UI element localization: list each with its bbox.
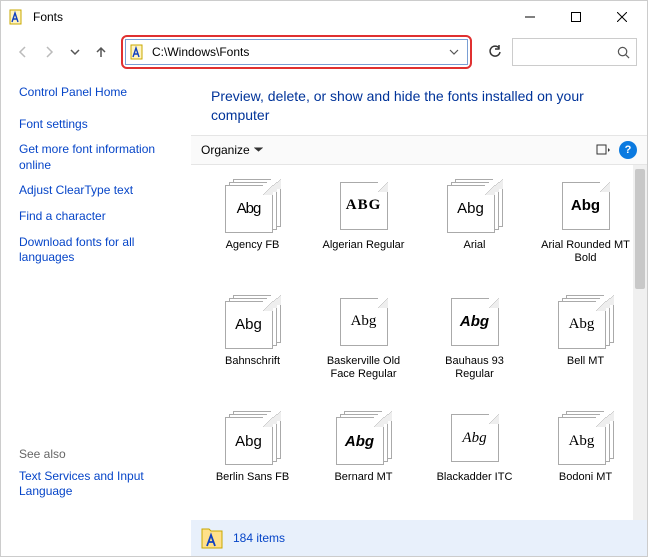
font-label: Arial Rounded MT Bold (536, 239, 636, 265)
sidebar-link-3[interactable]: Find a character (19, 209, 181, 225)
font-sample: Abg (345, 433, 374, 450)
main-panel: Preview, delete, or show and hide the fo… (191, 71, 647, 520)
see-also-link-0[interactable]: Text Services and Input Language (19, 469, 181, 500)
help-button[interactable]: ? (619, 141, 637, 159)
font-sample: Abg (460, 313, 489, 330)
font-item[interactable]: Abg Baskerville Old Face Regular (308, 291, 419, 407)
font-item[interactable]: Abg Blackadder ITC (419, 407, 530, 510)
font-item[interactable]: Abg Berlin Sans FB (197, 407, 308, 510)
view-button[interactable] (591, 139, 615, 161)
font-label: Bodoni MT (559, 471, 612, 484)
close-button[interactable] (599, 1, 645, 33)
see-also-label: See also (19, 447, 181, 461)
forward-button[interactable] (37, 40, 61, 64)
titlebar: Fonts (1, 1, 647, 33)
font-item[interactable]: Abg Agency FB (197, 175, 308, 291)
maximize-button[interactable] (553, 1, 599, 33)
font-item[interactable]: Abg Bodoni MT (530, 407, 641, 510)
scrollbar-thumb[interactable] (635, 169, 645, 289)
sidebar-home-link[interactable]: Control Panel Home (19, 85, 181, 101)
address-dropdown[interactable] (445, 47, 463, 57)
font-grid: AbgAgency FBABGAlgerian RegularAbgArialA… (191, 165, 647, 520)
recent-dropdown[interactable] (63, 40, 87, 64)
font-label: Blackadder ITC (437, 471, 513, 484)
back-button[interactable] (11, 40, 35, 64)
chevron-down-icon (254, 145, 263, 154)
statusbar-icon (201, 526, 223, 550)
font-label: Berlin Sans FB (216, 471, 289, 484)
font-item[interactable]: Abg Bell MT (530, 291, 641, 407)
address-path: C:\Windows\Fonts (152, 45, 445, 59)
font-sample: Abg (569, 433, 595, 450)
scrollbar[interactable] (633, 165, 647, 520)
font-sample: Abg (351, 313, 377, 330)
font-sample: Abg (462, 430, 486, 447)
font-sample: Abg (235, 316, 262, 333)
minimize-button[interactable] (507, 1, 553, 33)
statusbar-text: 184 items (233, 531, 285, 545)
font-item[interactable]: ABG Algerian Regular (308, 175, 419, 291)
app-icon (9, 9, 25, 25)
font-label: Bahnschrift (225, 355, 280, 368)
font-label: Arial (463, 239, 485, 252)
sidebar: Control Panel Home Font settings Get mor… (1, 71, 191, 520)
search-icon (617, 46, 630, 59)
organize-label: Organize (201, 143, 250, 157)
font-sample: Abg (457, 200, 484, 217)
organize-button[interactable]: Organize (201, 143, 263, 157)
up-button[interactable] (89, 40, 113, 64)
statusbar: 184 items (191, 520, 647, 556)
refresh-button[interactable] (480, 38, 510, 66)
font-label: Bernard MT (334, 471, 392, 484)
sidebar-link-4[interactable]: Download fonts for all languages (19, 235, 181, 266)
font-sample: Abg (569, 316, 595, 333)
font-label: Agency FB (226, 239, 280, 252)
font-sample: ABG (346, 197, 382, 214)
search-box[interactable] (512, 38, 637, 66)
toolbar: Organize ? (191, 135, 647, 165)
font-sample: Abg (235, 433, 262, 450)
navbar: C:\Windows\Fonts (1, 33, 647, 71)
address-bar-container: C:\Windows\Fonts (121, 35, 472, 69)
page-heading: Preview, delete, or show and hide the fo… (191, 71, 647, 135)
font-label: Baskerville Old Face Regular (314, 355, 414, 381)
font-label: Algerian Regular (323, 239, 405, 252)
font-item[interactable]: Abg Arial Rounded MT Bold (530, 175, 641, 291)
font-item[interactable]: Abg Bernard MT (308, 407, 419, 510)
sidebar-link-0[interactable]: Font settings (19, 117, 181, 133)
font-sample: Abg (237, 200, 261, 217)
folder-icon (130, 44, 146, 60)
font-sample: Abg (571, 197, 600, 214)
font-item[interactable]: Abg Arial (419, 175, 530, 291)
window-title: Fonts (33, 10, 507, 24)
sidebar-link-2[interactable]: Adjust ClearType text (19, 183, 181, 199)
font-item[interactable]: Abg Bauhaus 93 Regular (419, 291, 530, 407)
font-item[interactable]: Abg Bahnschrift (197, 291, 308, 407)
font-label: Bell MT (567, 355, 604, 368)
address-bar[interactable]: C:\Windows\Fonts (125, 39, 468, 65)
font-label: Bauhaus 93 Regular (425, 355, 525, 381)
view-icon (596, 143, 610, 157)
sidebar-link-1[interactable]: Get more font information online (19, 142, 181, 173)
